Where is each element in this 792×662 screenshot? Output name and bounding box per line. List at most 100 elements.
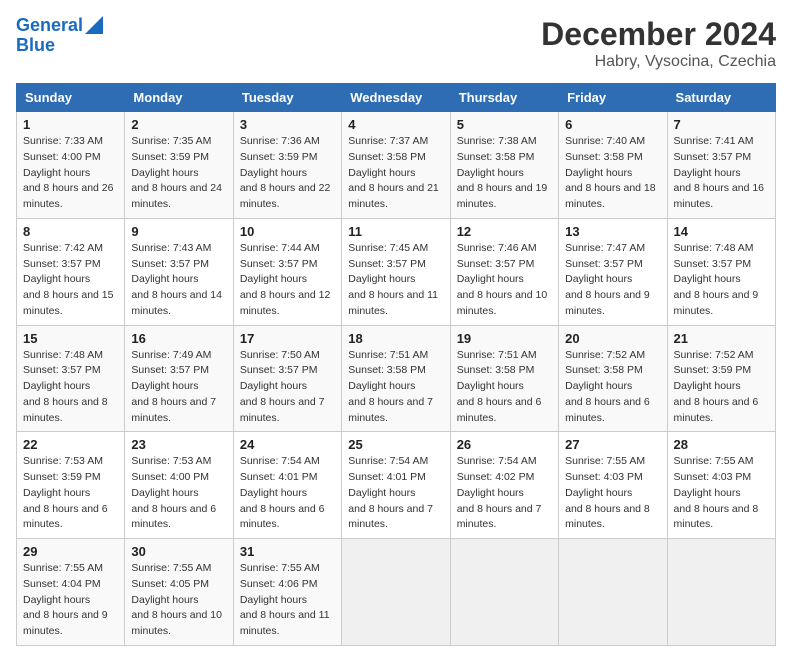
day-number: 6 bbox=[565, 117, 660, 132]
calendar-cell: 28 Sunrise: 7:55 AM Sunset: 4:03 PM Dayl… bbox=[667, 432, 775, 539]
day-number: 18 bbox=[348, 331, 443, 346]
calendar-cell: 15 Sunrise: 7:48 AM Sunset: 3:57 PM Dayl… bbox=[17, 325, 125, 432]
calendar-cell: 24 Sunrise: 7:54 AM Sunset: 4:01 PM Dayl… bbox=[233, 432, 341, 539]
day-number: 29 bbox=[23, 544, 118, 559]
day-info: Sunrise: 7:52 AM Sunset: 3:58 PM Dayligh… bbox=[565, 348, 660, 427]
day-info: Sunrise: 7:54 AM Sunset: 4:02 PM Dayligh… bbox=[457, 454, 552, 533]
day-number: 5 bbox=[457, 117, 552, 132]
col-friday: Friday bbox=[559, 84, 667, 112]
day-info: Sunrise: 7:55 AM Sunset: 4:06 PM Dayligh… bbox=[240, 561, 335, 640]
day-info: Sunrise: 7:50 AM Sunset: 3:57 PM Dayligh… bbox=[240, 348, 335, 427]
day-info: Sunrise: 7:33 AM Sunset: 4:00 PM Dayligh… bbox=[23, 134, 118, 213]
day-number: 15 bbox=[23, 331, 118, 346]
calendar-cell: 9 Sunrise: 7:43 AM Sunset: 3:57 PM Dayli… bbox=[125, 218, 233, 325]
calendar-cell: 4 Sunrise: 7:37 AM Sunset: 3:58 PM Dayli… bbox=[342, 112, 450, 219]
day-number: 27 bbox=[565, 437, 660, 452]
calendar-cell: 21 Sunrise: 7:52 AM Sunset: 3:59 PM Dayl… bbox=[667, 325, 775, 432]
calendar-cell: 30 Sunrise: 7:55 AM Sunset: 4:05 PM Dayl… bbox=[125, 539, 233, 646]
day-info: Sunrise: 7:46 AM Sunset: 3:57 PM Dayligh… bbox=[457, 241, 552, 320]
logo-arrow-icon bbox=[85, 16, 103, 34]
day-info: Sunrise: 7:47 AM Sunset: 3:57 PM Dayligh… bbox=[565, 241, 660, 320]
day-info: Sunrise: 7:51 AM Sunset: 3:58 PM Dayligh… bbox=[348, 348, 443, 427]
calendar-cell bbox=[342, 539, 450, 646]
day-number: 22 bbox=[23, 437, 118, 452]
day-info: Sunrise: 7:41 AM Sunset: 3:57 PM Dayligh… bbox=[674, 134, 769, 213]
calendar-cell bbox=[667, 539, 775, 646]
day-info: Sunrise: 7:55 AM Sunset: 4:05 PM Dayligh… bbox=[131, 561, 226, 640]
calendar-cell: 6 Sunrise: 7:40 AM Sunset: 3:58 PM Dayli… bbox=[559, 112, 667, 219]
day-number: 2 bbox=[131, 117, 226, 132]
calendar-cell: 12 Sunrise: 7:46 AM Sunset: 3:57 PM Dayl… bbox=[450, 218, 558, 325]
calendar-cell: 18 Sunrise: 7:51 AM Sunset: 3:58 PM Dayl… bbox=[342, 325, 450, 432]
day-info: Sunrise: 7:54 AM Sunset: 4:01 PM Dayligh… bbox=[240, 454, 335, 533]
day-number: 12 bbox=[457, 224, 552, 239]
day-number: 14 bbox=[674, 224, 769, 239]
calendar-cell: 23 Sunrise: 7:53 AM Sunset: 4:00 PM Dayl… bbox=[125, 432, 233, 539]
day-info: Sunrise: 7:52 AM Sunset: 3:59 PM Dayligh… bbox=[674, 348, 769, 427]
calendar-cell: 27 Sunrise: 7:55 AM Sunset: 4:03 PM Dayl… bbox=[559, 432, 667, 539]
calendar-cell: 19 Sunrise: 7:51 AM Sunset: 3:58 PM Dayl… bbox=[450, 325, 558, 432]
day-number: 3 bbox=[240, 117, 335, 132]
day-info: Sunrise: 7:48 AM Sunset: 3:57 PM Dayligh… bbox=[23, 348, 118, 427]
day-info: Sunrise: 7:55 AM Sunset: 4:04 PM Dayligh… bbox=[23, 561, 118, 640]
day-info: Sunrise: 7:53 AM Sunset: 4:00 PM Dayligh… bbox=[131, 454, 226, 533]
logo-text: General bbox=[16, 16, 83, 36]
page-title: December 2024 bbox=[541, 16, 776, 53]
calendar-body: 1 Sunrise: 7:33 AM Sunset: 4:00 PM Dayli… bbox=[17, 112, 776, 646]
day-info: Sunrise: 7:38 AM Sunset: 3:58 PM Dayligh… bbox=[457, 134, 552, 213]
day-number: 17 bbox=[240, 331, 335, 346]
day-number: 31 bbox=[240, 544, 335, 559]
day-info: Sunrise: 7:48 AM Sunset: 3:57 PM Dayligh… bbox=[674, 241, 769, 320]
day-number: 20 bbox=[565, 331, 660, 346]
col-wednesday: Wednesday bbox=[342, 84, 450, 112]
day-info: Sunrise: 7:54 AM Sunset: 4:01 PM Dayligh… bbox=[348, 454, 443, 533]
calendar-cell: 3 Sunrise: 7:36 AM Sunset: 3:59 PM Dayli… bbox=[233, 112, 341, 219]
calendar-row: 22 Sunrise: 7:53 AM Sunset: 3:59 PM Dayl… bbox=[17, 432, 776, 539]
calendar-row: 8 Sunrise: 7:42 AM Sunset: 3:57 PM Dayli… bbox=[17, 218, 776, 325]
title-block: December 2024 Habry, Vysocina, Czechia bbox=[541, 16, 776, 71]
day-number: 19 bbox=[457, 331, 552, 346]
calendar-header-row: Sunday Monday Tuesday Wednesday Thursday… bbox=[17, 84, 776, 112]
day-info: Sunrise: 7:51 AM Sunset: 3:58 PM Dayligh… bbox=[457, 348, 552, 427]
calendar-cell: 17 Sunrise: 7:50 AM Sunset: 3:57 PM Dayl… bbox=[233, 325, 341, 432]
logo: General Blue bbox=[16, 16, 103, 56]
calendar-cell: 11 Sunrise: 7:45 AM Sunset: 3:57 PM Dayl… bbox=[342, 218, 450, 325]
day-number: 30 bbox=[131, 544, 226, 559]
calendar-cell: 22 Sunrise: 7:53 AM Sunset: 3:59 PM Dayl… bbox=[17, 432, 125, 539]
calendar-cell bbox=[559, 539, 667, 646]
calendar-cell: 2 Sunrise: 7:35 AM Sunset: 3:59 PM Dayli… bbox=[125, 112, 233, 219]
calendar-cell: 16 Sunrise: 7:49 AM Sunset: 3:57 PM Dayl… bbox=[125, 325, 233, 432]
day-info: Sunrise: 7:37 AM Sunset: 3:58 PM Dayligh… bbox=[348, 134, 443, 213]
day-info: Sunrise: 7:42 AM Sunset: 3:57 PM Dayligh… bbox=[23, 241, 118, 320]
calendar-cell: 20 Sunrise: 7:52 AM Sunset: 3:58 PM Dayl… bbox=[559, 325, 667, 432]
page-subtitle: Habry, Vysocina, Czechia bbox=[541, 53, 776, 71]
day-info: Sunrise: 7:49 AM Sunset: 3:57 PM Dayligh… bbox=[131, 348, 226, 427]
calendar-row: 29 Sunrise: 7:55 AM Sunset: 4:04 PM Dayl… bbox=[17, 539, 776, 646]
day-info: Sunrise: 7:45 AM Sunset: 3:57 PM Dayligh… bbox=[348, 241, 443, 320]
calendar-cell bbox=[450, 539, 558, 646]
col-monday: Monday bbox=[125, 84, 233, 112]
day-number: 10 bbox=[240, 224, 335, 239]
calendar-table: Sunday Monday Tuesday Wednesday Thursday… bbox=[16, 83, 776, 646]
day-info: Sunrise: 7:53 AM Sunset: 3:59 PM Dayligh… bbox=[23, 454, 118, 533]
page-header: General Blue December 2024 Habry, Vysoci… bbox=[16, 16, 776, 71]
day-info: Sunrise: 7:36 AM Sunset: 3:59 PM Dayligh… bbox=[240, 134, 335, 213]
day-number: 16 bbox=[131, 331, 226, 346]
day-number: 1 bbox=[23, 117, 118, 132]
calendar-cell: 25 Sunrise: 7:54 AM Sunset: 4:01 PM Dayl… bbox=[342, 432, 450, 539]
col-thursday: Thursday bbox=[450, 84, 558, 112]
calendar-cell: 8 Sunrise: 7:42 AM Sunset: 3:57 PM Dayli… bbox=[17, 218, 125, 325]
day-number: 7 bbox=[674, 117, 769, 132]
day-number: 9 bbox=[131, 224, 226, 239]
calendar-cell: 1 Sunrise: 7:33 AM Sunset: 4:00 PM Dayli… bbox=[17, 112, 125, 219]
calendar-cell: 7 Sunrise: 7:41 AM Sunset: 3:57 PM Dayli… bbox=[667, 112, 775, 219]
calendar-cell: 13 Sunrise: 7:47 AM Sunset: 3:57 PM Dayl… bbox=[559, 218, 667, 325]
day-number: 13 bbox=[565, 224, 660, 239]
day-number: 21 bbox=[674, 331, 769, 346]
day-number: 28 bbox=[674, 437, 769, 452]
day-number: 24 bbox=[240, 437, 335, 452]
day-number: 8 bbox=[23, 224, 118, 239]
day-info: Sunrise: 7:43 AM Sunset: 3:57 PM Dayligh… bbox=[131, 241, 226, 320]
day-info: Sunrise: 7:55 AM Sunset: 4:03 PM Dayligh… bbox=[674, 454, 769, 533]
day-info: Sunrise: 7:55 AM Sunset: 4:03 PM Dayligh… bbox=[565, 454, 660, 533]
